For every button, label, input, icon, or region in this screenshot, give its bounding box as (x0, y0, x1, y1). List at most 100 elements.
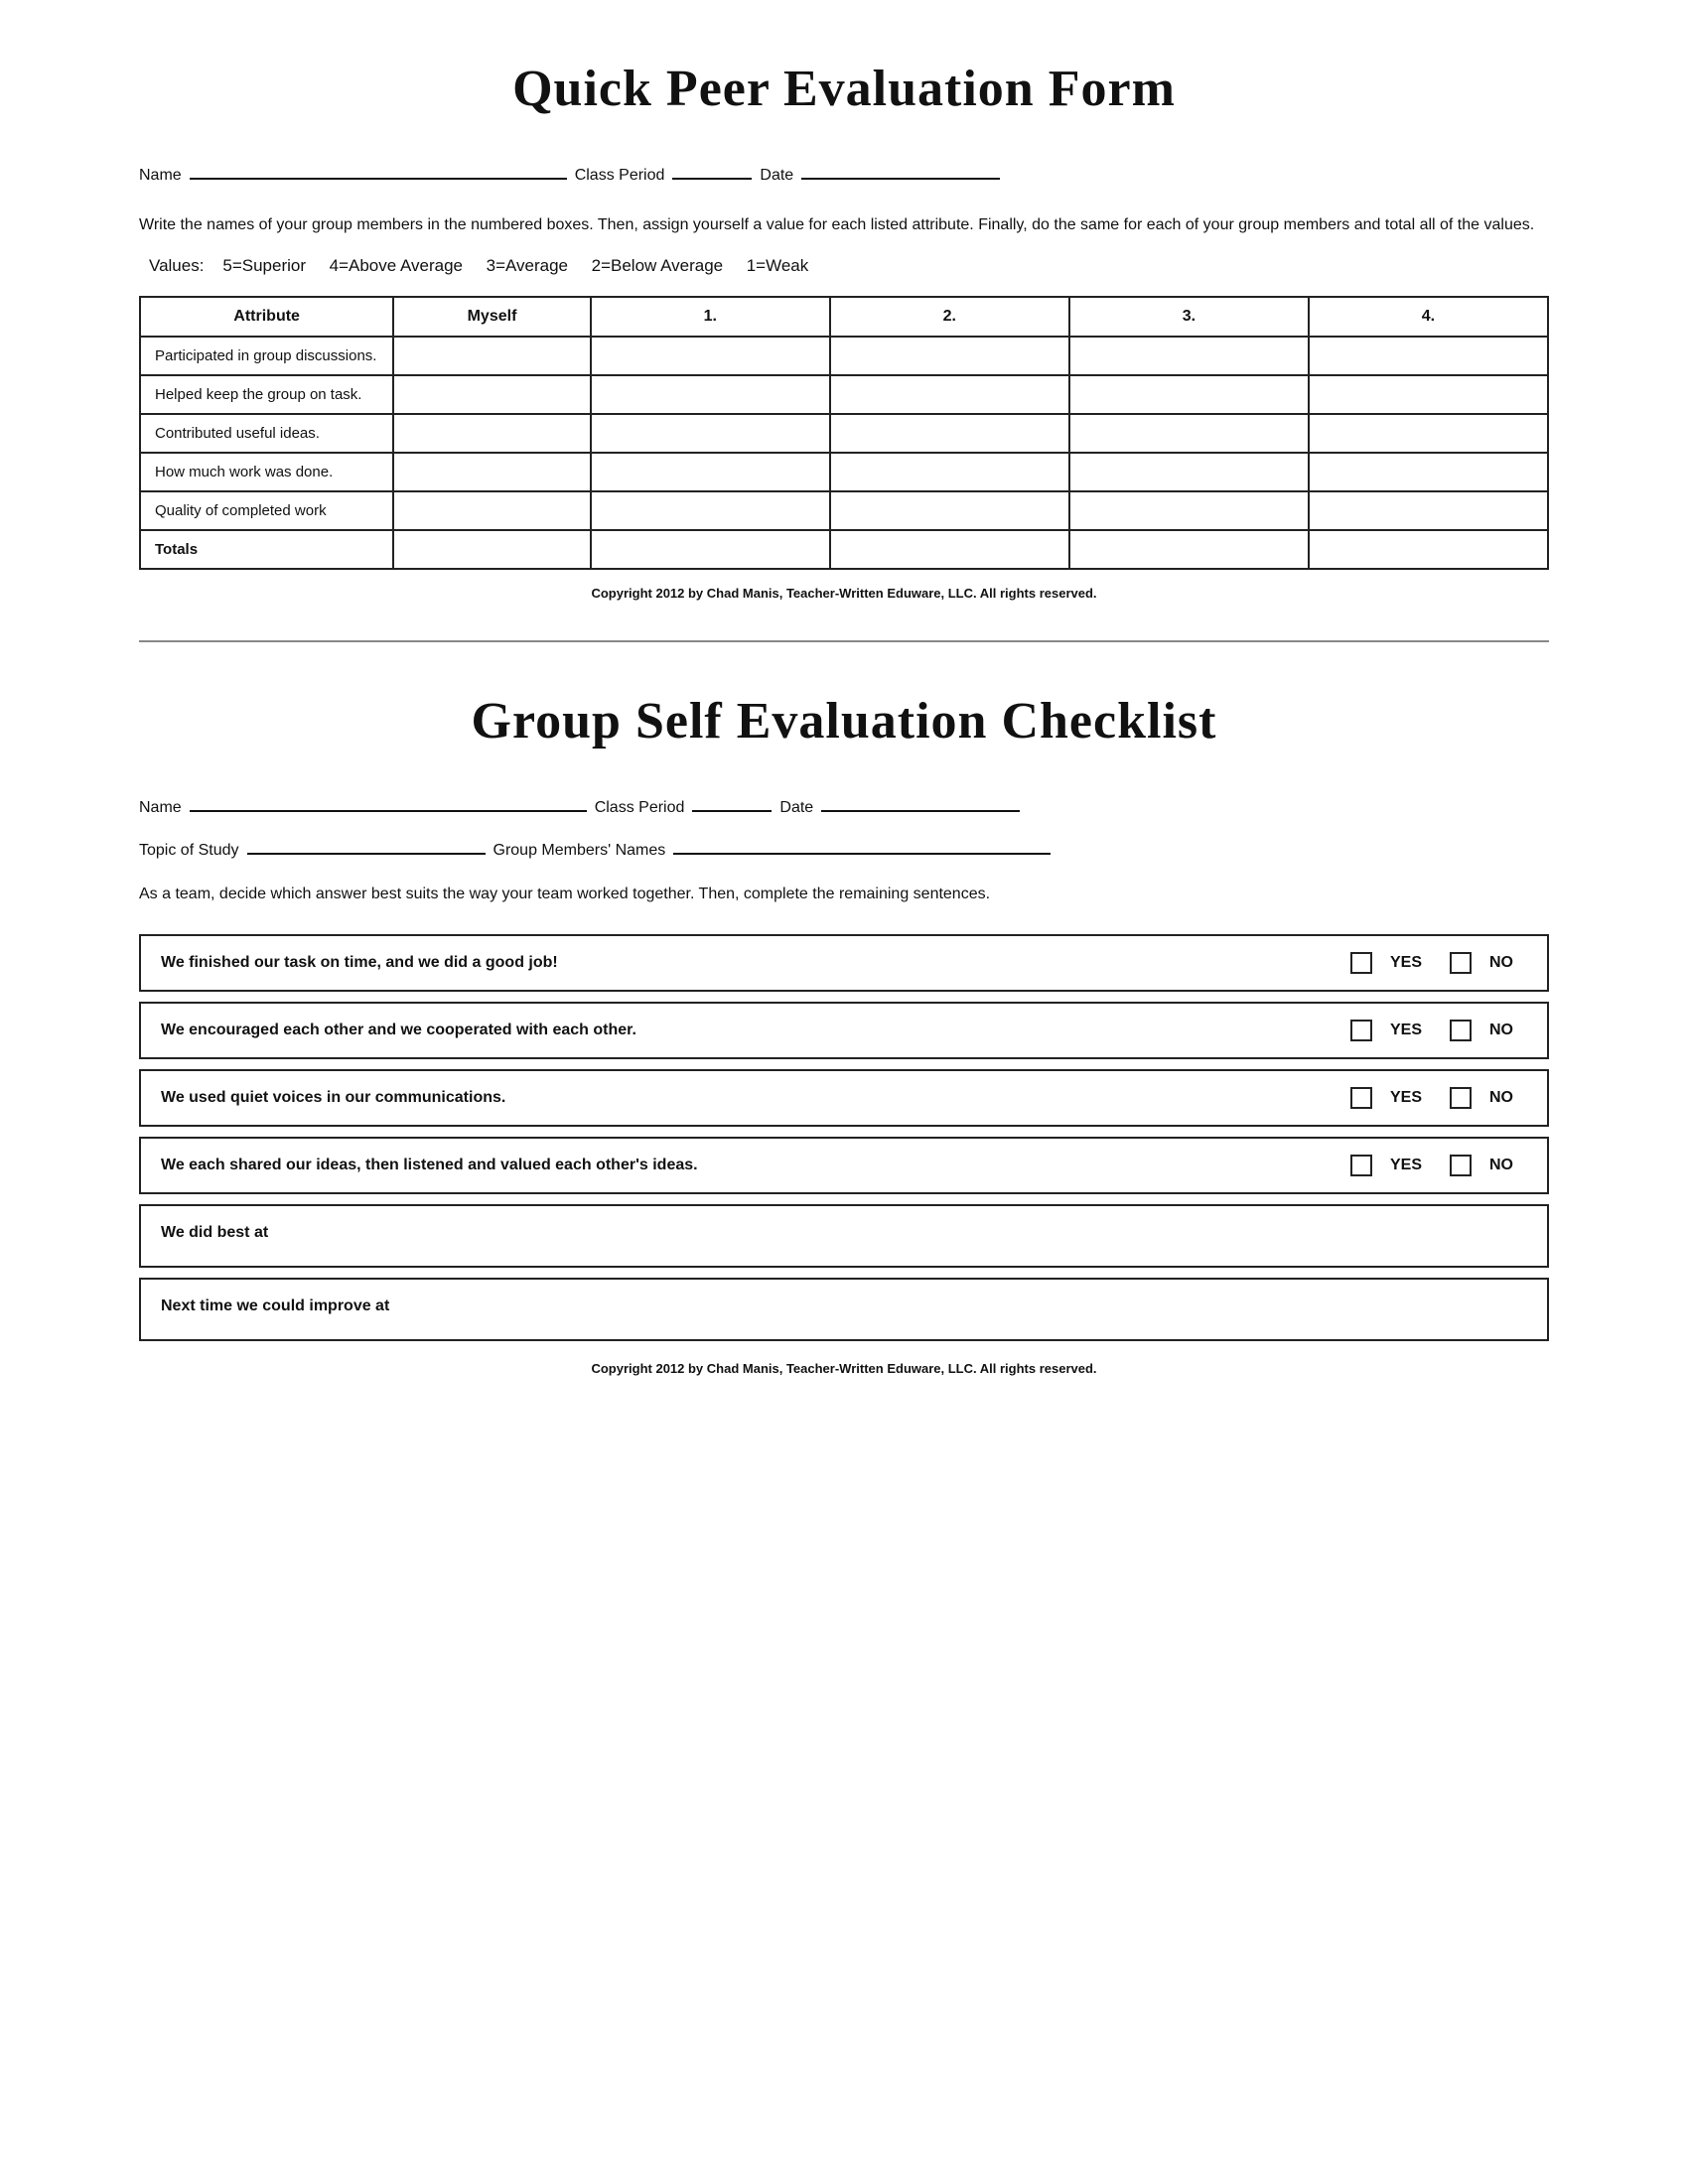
best-at-label: We did best at (161, 1224, 268, 1241)
yes-checkbox-4[interactable] (1350, 1155, 1372, 1176)
section1-title: Quick Peer Evaluation Form (139, 60, 1549, 118)
cell-participated-myself[interactable] (393, 337, 591, 375)
cell-participated-2[interactable] (830, 337, 1069, 375)
s2-group-members-label: Group Members' Names (493, 842, 666, 860)
checklist-item-2: We encouraged each other and we cooperat… (139, 1002, 1549, 1059)
s2-topic-field[interactable] (247, 833, 486, 855)
class-period-field[interactable] (672, 158, 752, 180)
name-line: Name Class Period Date (139, 158, 1549, 185)
s2-group-members-field[interactable] (673, 833, 1051, 855)
yes-checkbox-1[interactable] (1350, 952, 1372, 974)
cell-on-task-2[interactable] (830, 375, 1069, 414)
no-label-3: NO (1489, 1089, 1513, 1107)
header-attribute: Attribute (140, 297, 393, 337)
attr-ideas: Contributed useful ideas. (140, 414, 393, 453)
cell-work-done-2[interactable] (830, 453, 1069, 491)
cell-totals-2[interactable] (830, 530, 1069, 569)
name-label: Name (139, 167, 182, 185)
table-row: How much work was done. (140, 453, 1548, 491)
header-myself: Myself (393, 297, 591, 337)
no-checkbox-1[interactable] (1450, 952, 1472, 974)
cell-ideas-2[interactable] (830, 414, 1069, 453)
attr-on-task: Helped keep the group on task. (140, 375, 393, 414)
cell-on-task-1[interactable] (591, 375, 830, 414)
instructions: Write the names of your group members in… (139, 212, 1549, 238)
values-label: Values: (149, 256, 204, 275)
cell-on-task-4[interactable] (1309, 375, 1548, 414)
s2-date-label: Date (779, 799, 813, 817)
group-self-evaluation-section: Group Self Evaluation Checklist Name Cla… (139, 642, 1549, 1377)
yes-label-3: YES (1390, 1089, 1422, 1107)
table-row-totals: Totals (140, 530, 1548, 569)
cell-totals-3[interactable] (1069, 530, 1309, 569)
checklist-item-4: We each shared our ideas, then listened … (139, 1137, 1549, 1194)
s2-class-period-label: Class Period (595, 799, 685, 817)
class-period-label: Class Period (575, 167, 665, 185)
checklist-item-3: We used quiet voices in our communicatio… (139, 1069, 1549, 1127)
cell-quality-3[interactable] (1069, 491, 1309, 530)
table-row: Contributed useful ideas. (140, 414, 1548, 453)
yes-label-1: YES (1390, 954, 1422, 972)
cell-ideas-1[interactable] (591, 414, 830, 453)
yes-checkbox-2[interactable] (1350, 1020, 1372, 1041)
cell-quality-1[interactable] (591, 491, 830, 530)
table-row: Helped keep the group on task. (140, 375, 1548, 414)
name-field[interactable] (190, 158, 567, 180)
attr-totals: Totals (140, 530, 393, 569)
open-item-best-at[interactable]: We did best at (139, 1204, 1549, 1268)
date-field[interactable] (801, 158, 1000, 180)
cell-ideas-3[interactable] (1069, 414, 1309, 453)
cell-participated-3[interactable] (1069, 337, 1309, 375)
table-row: Participated in group discussions. (140, 337, 1548, 375)
cell-ideas-4[interactable] (1309, 414, 1548, 453)
no-label-2: NO (1489, 1022, 1513, 1039)
checklist-text-3: We used quiet voices in our communicatio… (161, 1089, 1350, 1107)
s2-topic-label: Topic of Study (139, 842, 239, 860)
cell-quality-4[interactable] (1309, 491, 1548, 530)
section2-copyright: Copyright 2012 by Chad Manis, Teacher-Wr… (139, 1361, 1549, 1376)
yes-no-2: YES NO (1350, 1020, 1527, 1041)
values-line: Values: 5=Superior 4=Above Average 3=Ave… (139, 256, 1549, 276)
s2-date-field[interactable] (821, 790, 1020, 812)
evaluation-table: Attribute Myself 1. 2. 3. 4. Participate… (139, 296, 1549, 570)
no-checkbox-4[interactable] (1450, 1155, 1472, 1176)
table-header-row: Attribute Myself 1. 2. 3. 4. (140, 297, 1548, 337)
cell-totals-4[interactable] (1309, 530, 1548, 569)
cell-quality-2[interactable] (830, 491, 1069, 530)
improve-at-label: Next time we could improve at (161, 1297, 389, 1314)
table-row: Quality of completed work (140, 491, 1548, 530)
yes-no-1: YES NO (1350, 952, 1527, 974)
cell-work-done-4[interactable] (1309, 453, 1548, 491)
section2-topic-line: Topic of Study Group Members' Names (139, 833, 1549, 860)
cell-ideas-myself[interactable] (393, 414, 591, 453)
cell-participated-4[interactable] (1309, 337, 1548, 375)
s2-instructions: As a team, decide which answer best suit… (139, 882, 1549, 907)
checklist-item-1: We finished our task on time, and we did… (139, 934, 1549, 992)
no-label-4: NO (1489, 1157, 1513, 1174)
s2-name-label: Name (139, 799, 182, 817)
section1-copyright: Copyright 2012 by Chad Manis, Teacher-Wr… (139, 586, 1549, 601)
no-checkbox-2[interactable] (1450, 1020, 1472, 1041)
header-3: 3. (1069, 297, 1309, 337)
section2-title: Group Self Evaluation Checklist (139, 692, 1549, 751)
cell-totals-myself[interactable] (393, 530, 591, 569)
attr-work-done: How much work was done. (140, 453, 393, 491)
cell-on-task-myself[interactable] (393, 375, 591, 414)
cell-participated-1[interactable] (591, 337, 830, 375)
yes-label-4: YES (1390, 1157, 1422, 1174)
s2-class-period-field[interactable] (692, 790, 772, 812)
cell-on-task-3[interactable] (1069, 375, 1309, 414)
cell-work-done-myself[interactable] (393, 453, 591, 491)
cell-totals-1[interactable] (591, 530, 830, 569)
s2-name-field[interactable] (190, 790, 587, 812)
cell-quality-myself[interactable] (393, 491, 591, 530)
checklist-text-4: We each shared our ideas, then listened … (161, 1157, 1350, 1174)
cell-work-done-3[interactable] (1069, 453, 1309, 491)
cell-work-done-1[interactable] (591, 453, 830, 491)
yes-checkbox-3[interactable] (1350, 1087, 1372, 1109)
checklist-text-2: We encouraged each other and we cooperat… (161, 1022, 1350, 1039)
open-item-improve-at[interactable]: Next time we could improve at (139, 1278, 1549, 1341)
no-checkbox-3[interactable] (1450, 1087, 1472, 1109)
yes-label-2: YES (1390, 1022, 1422, 1039)
yes-no-3: YES NO (1350, 1087, 1527, 1109)
